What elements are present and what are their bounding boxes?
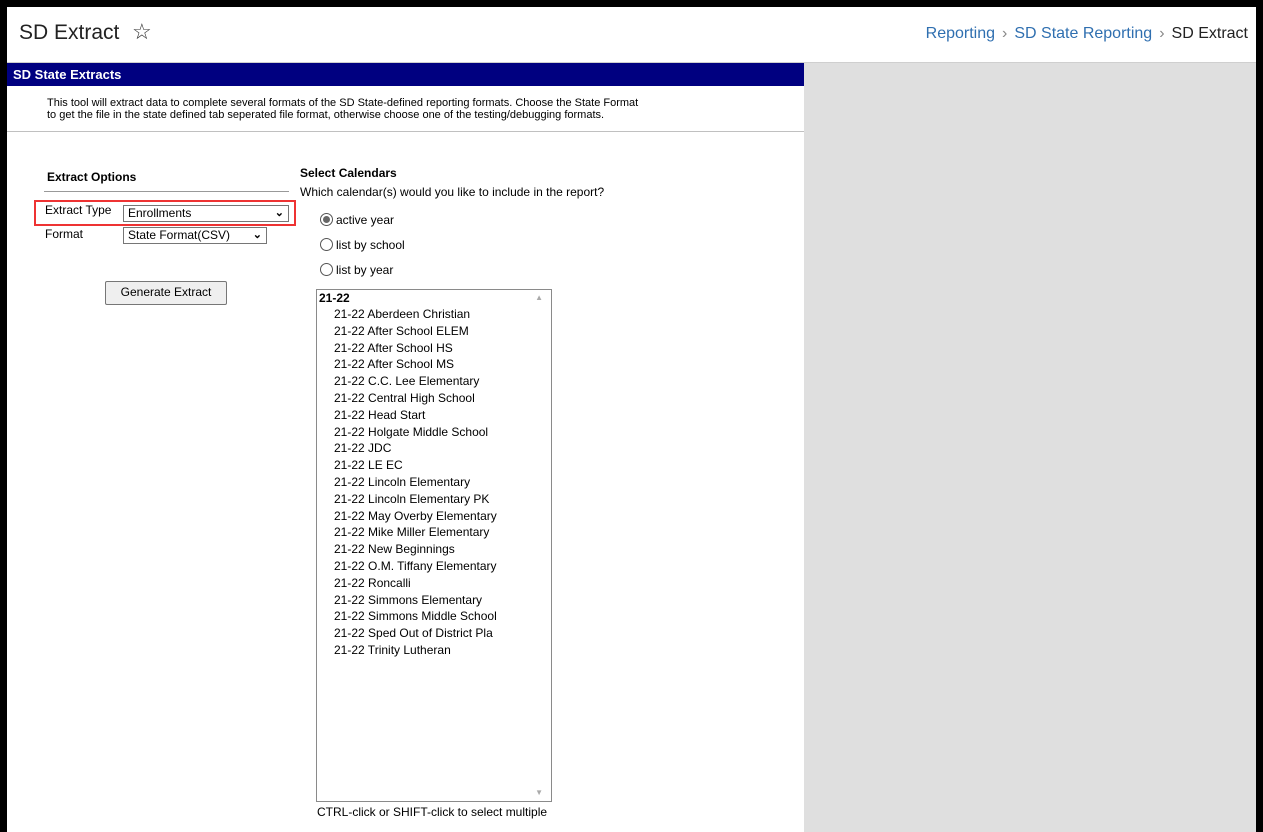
calendar-option[interactable]: 21-22 JDC bbox=[317, 440, 551, 457]
format-label: Format bbox=[45, 227, 84, 241]
calendar-group-label: 21-22 bbox=[319, 291, 350, 305]
radio-empty-icon bbox=[320, 238, 333, 251]
breadcrumb-reporting[interactable]: Reporting bbox=[926, 25, 995, 42]
generate-extract-button[interactable]: Generate Extract bbox=[105, 281, 227, 305]
chevron-down-icon: ⌄ bbox=[274, 207, 284, 219]
calendar-option[interactable]: 21-22 After School MS bbox=[317, 356, 551, 373]
intro-line: to get the file in the state defined tab… bbox=[47, 109, 605, 121]
calendar-option[interactable]: 21-22 Sped Out of District Pla bbox=[317, 625, 551, 642]
breadcrumb-current: SD Extract bbox=[1171, 25, 1248, 42]
extract-panel: SD State Extracts This tool will extract… bbox=[7, 63, 804, 832]
radio-label: active year bbox=[336, 213, 395, 227]
calendar-option[interactable]: 21-22 New Beginnings bbox=[317, 541, 551, 558]
scroll-up-icon[interactable]: ▲ bbox=[535, 293, 543, 302]
calendar-option[interactable]: 21-22 C.C. Lee Elementary bbox=[317, 373, 551, 390]
calendar-option[interactable]: 21-22 Trinity Lutheran bbox=[317, 642, 551, 659]
intro-line: This tool will extract data to complete … bbox=[47, 97, 639, 109]
calendar-option[interactable]: 21-22 Lincoln Elementary PK bbox=[317, 491, 551, 508]
calendar-option[interactable]: 21-22 Holgate Middle School bbox=[317, 424, 551, 441]
calendar-option[interactable]: 21-22 May Overby Elementary bbox=[317, 508, 551, 525]
scroll-down-icon[interactable]: ▼ bbox=[535, 788, 543, 797]
radio-active-year[interactable]: active year bbox=[320, 213, 394, 227]
calendar-option[interactable]: 21-22 Simmons Middle School bbox=[317, 608, 551, 625]
extract-type-value: Enrollments bbox=[128, 206, 192, 220]
chevron-down-icon: ⌄ bbox=[252, 229, 262, 241]
divider bbox=[7, 131, 804, 132]
extract-type-label: Extract Type bbox=[45, 203, 112, 217]
calendar-option[interactable]: 21-22 After School HS bbox=[317, 340, 551, 357]
extract-type-select[interactable]: Enrollments ⌄ bbox=[123, 205, 289, 222]
radio-selected-icon bbox=[320, 213, 333, 226]
calendar-option[interactable]: 21-22 After School ELEM bbox=[317, 323, 551, 340]
calendar-option[interactable]: 21-22 LE EC bbox=[317, 457, 551, 474]
radio-label: list by year bbox=[336, 263, 394, 277]
multi-select-hint: CTRL-click or SHIFT-click to select mult… bbox=[317, 805, 548, 819]
app-frame: SD Extract ☆ Reporting › SD State Reportin… bbox=[7, 7, 1256, 832]
calendar-option[interactable]: 21-22 Aberdeen Christian bbox=[317, 306, 551, 323]
chevron-right-icon: › bbox=[1002, 25, 1008, 42]
calendar-option[interactable]: 21-22 Central High School bbox=[317, 390, 551, 407]
calendar-option[interactable]: 21-22 Mike Miller Elementary bbox=[317, 524, 551, 541]
chevron-right-icon: › bbox=[1159, 25, 1165, 42]
breadcrumb-sd-state-reporting[interactable]: SD State Reporting bbox=[1014, 25, 1152, 42]
intro-text: This tool will extract data to complete … bbox=[47, 97, 787, 121]
calendar-option[interactable]: 21-22 Simmons Elementary bbox=[317, 592, 551, 609]
divider bbox=[44, 191, 289, 192]
calendar-listbox[interactable]: ▲ ▼ 21-22 21-22 Aberdeen Christian 21-22… bbox=[316, 289, 552, 802]
calendar-option[interactable]: 21-22 O.M. Tiffany Elementary bbox=[317, 558, 551, 575]
star-icon[interactable]: ☆ bbox=[132, 19, 152, 45]
page-header: SD Extract ☆ Reporting › SD State Reportin… bbox=[7, 7, 1256, 63]
format-select[interactable]: State Format(CSV) ⌄ bbox=[123, 227, 267, 244]
radio-empty-icon bbox=[320, 263, 333, 276]
breadcrumb: Reporting › SD State Reporting › SD Extract bbox=[926, 25, 1248, 43]
calendar-option[interactable]: 21-22 Roncalli bbox=[317, 575, 551, 592]
calendar-option[interactable]: 21-22 Head Start bbox=[317, 407, 551, 424]
radio-list-by-year[interactable]: list by year bbox=[320, 263, 393, 277]
format-value: State Format(CSV) bbox=[128, 228, 231, 242]
radio-label: list by school bbox=[336, 238, 405, 252]
select-calendars-title: Select Calendars bbox=[300, 166, 397, 180]
page-title: SD Extract bbox=[19, 21, 120, 44]
extract-options-title: Extract Options bbox=[47, 170, 137, 184]
radio-list-by-school[interactable]: list by school bbox=[320, 238, 405, 252]
panel-title: SD State Extracts bbox=[7, 63, 804, 86]
calendar-option[interactable]: 21-22 Lincoln Elementary bbox=[317, 474, 551, 491]
calendar-question: Which calendar(s) would you like to incl… bbox=[300, 185, 605, 199]
